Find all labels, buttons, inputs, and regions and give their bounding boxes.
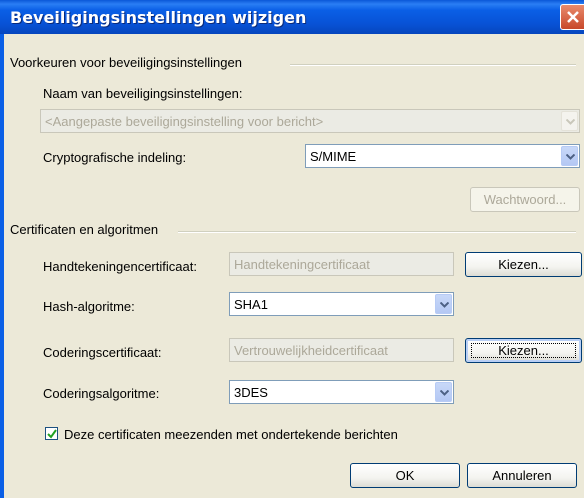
chevron-down-icon[interactable] <box>561 111 578 131</box>
group-divider <box>290 64 576 66</box>
settings-name-select[interactable]: <Aangepaste beveiligingsinstelling voor … <box>40 109 580 133</box>
crypto-format-label: Cryptografische indeling: <box>43 150 187 165</box>
sign-cert-value: Handtekeningcertificaat <box>234 257 370 272</box>
ok-button[interactable]: OK <box>350 463 460 488</box>
hash-algorithm-select[interactable]: SHA1 <box>229 292 454 316</box>
crypto-format-value: S/MIME <box>310 149 357 164</box>
window-frame <box>0 34 4 498</box>
enc-cert-value: Vertrouwelijkheidcertificaat <box>234 343 388 358</box>
focus-indicator <box>471 343 576 358</box>
dialog-window: Beveiligingsinstellingen wijzigen Voorke… <box>0 0 584 498</box>
group-title-certificates: Certificaten en algoritmen <box>10 222 159 237</box>
title-bar[interactable]: Beveiligingsinstellingen wijzigen <box>0 0 584 34</box>
close-icon <box>567 11 579 23</box>
choose-enc-cert-button[interactable]: Kiezen... <box>465 338 582 363</box>
settings-name-value: <Aangepaste beveiligingsinstelling voor … <box>45 114 324 129</box>
checkmark-icon <box>47 429 57 439</box>
enc-cert-label: Coderingscertificaat: <box>43 345 162 360</box>
enc-alg-label: Coderingsalgoritme: <box>43 386 160 401</box>
cancel-button[interactable]: Annuleren <box>467 463 577 488</box>
hash-label: Hash-algoritme: <box>43 299 135 314</box>
chevron-down-icon[interactable] <box>561 146 578 166</box>
send-certs-label[interactable]: Deze certificaten meezenden met ondertek… <box>64 427 398 442</box>
password-button[interactable]: Wachtwoord... <box>470 187 580 212</box>
enc-alg-value: 3DES <box>234 385 268 400</box>
close-button[interactable] <box>560 4 584 30</box>
chevron-down-icon[interactable] <box>435 382 452 402</box>
window-title: Beveiligingsinstellingen wijzigen <box>10 8 307 27</box>
sign-cert-label: Handtekeningencertificaat: <box>43 259 197 274</box>
send-certs-checkbox[interactable] <box>45 427 58 440</box>
name-label: Naam van beveiligingsinstellingen: <box>43 86 243 101</box>
group-divider <box>178 231 576 233</box>
hash-value: SHA1 <box>234 297 268 312</box>
enc-algorithm-select[interactable]: 3DES <box>229 380 454 404</box>
enc-cert-field[interactable]: Vertrouwelijkheidcertificaat <box>229 338 454 362</box>
chevron-down-icon[interactable] <box>435 294 452 314</box>
sign-cert-field[interactable]: Handtekeningcertificaat <box>229 252 454 276</box>
group-title-preferences: Voorkeuren voor beveiligingsinstellingen <box>10 55 242 70</box>
crypto-format-select[interactable]: S/MIME <box>305 144 580 168</box>
choose-sign-cert-button[interactable]: Kiezen... <box>465 252 582 277</box>
